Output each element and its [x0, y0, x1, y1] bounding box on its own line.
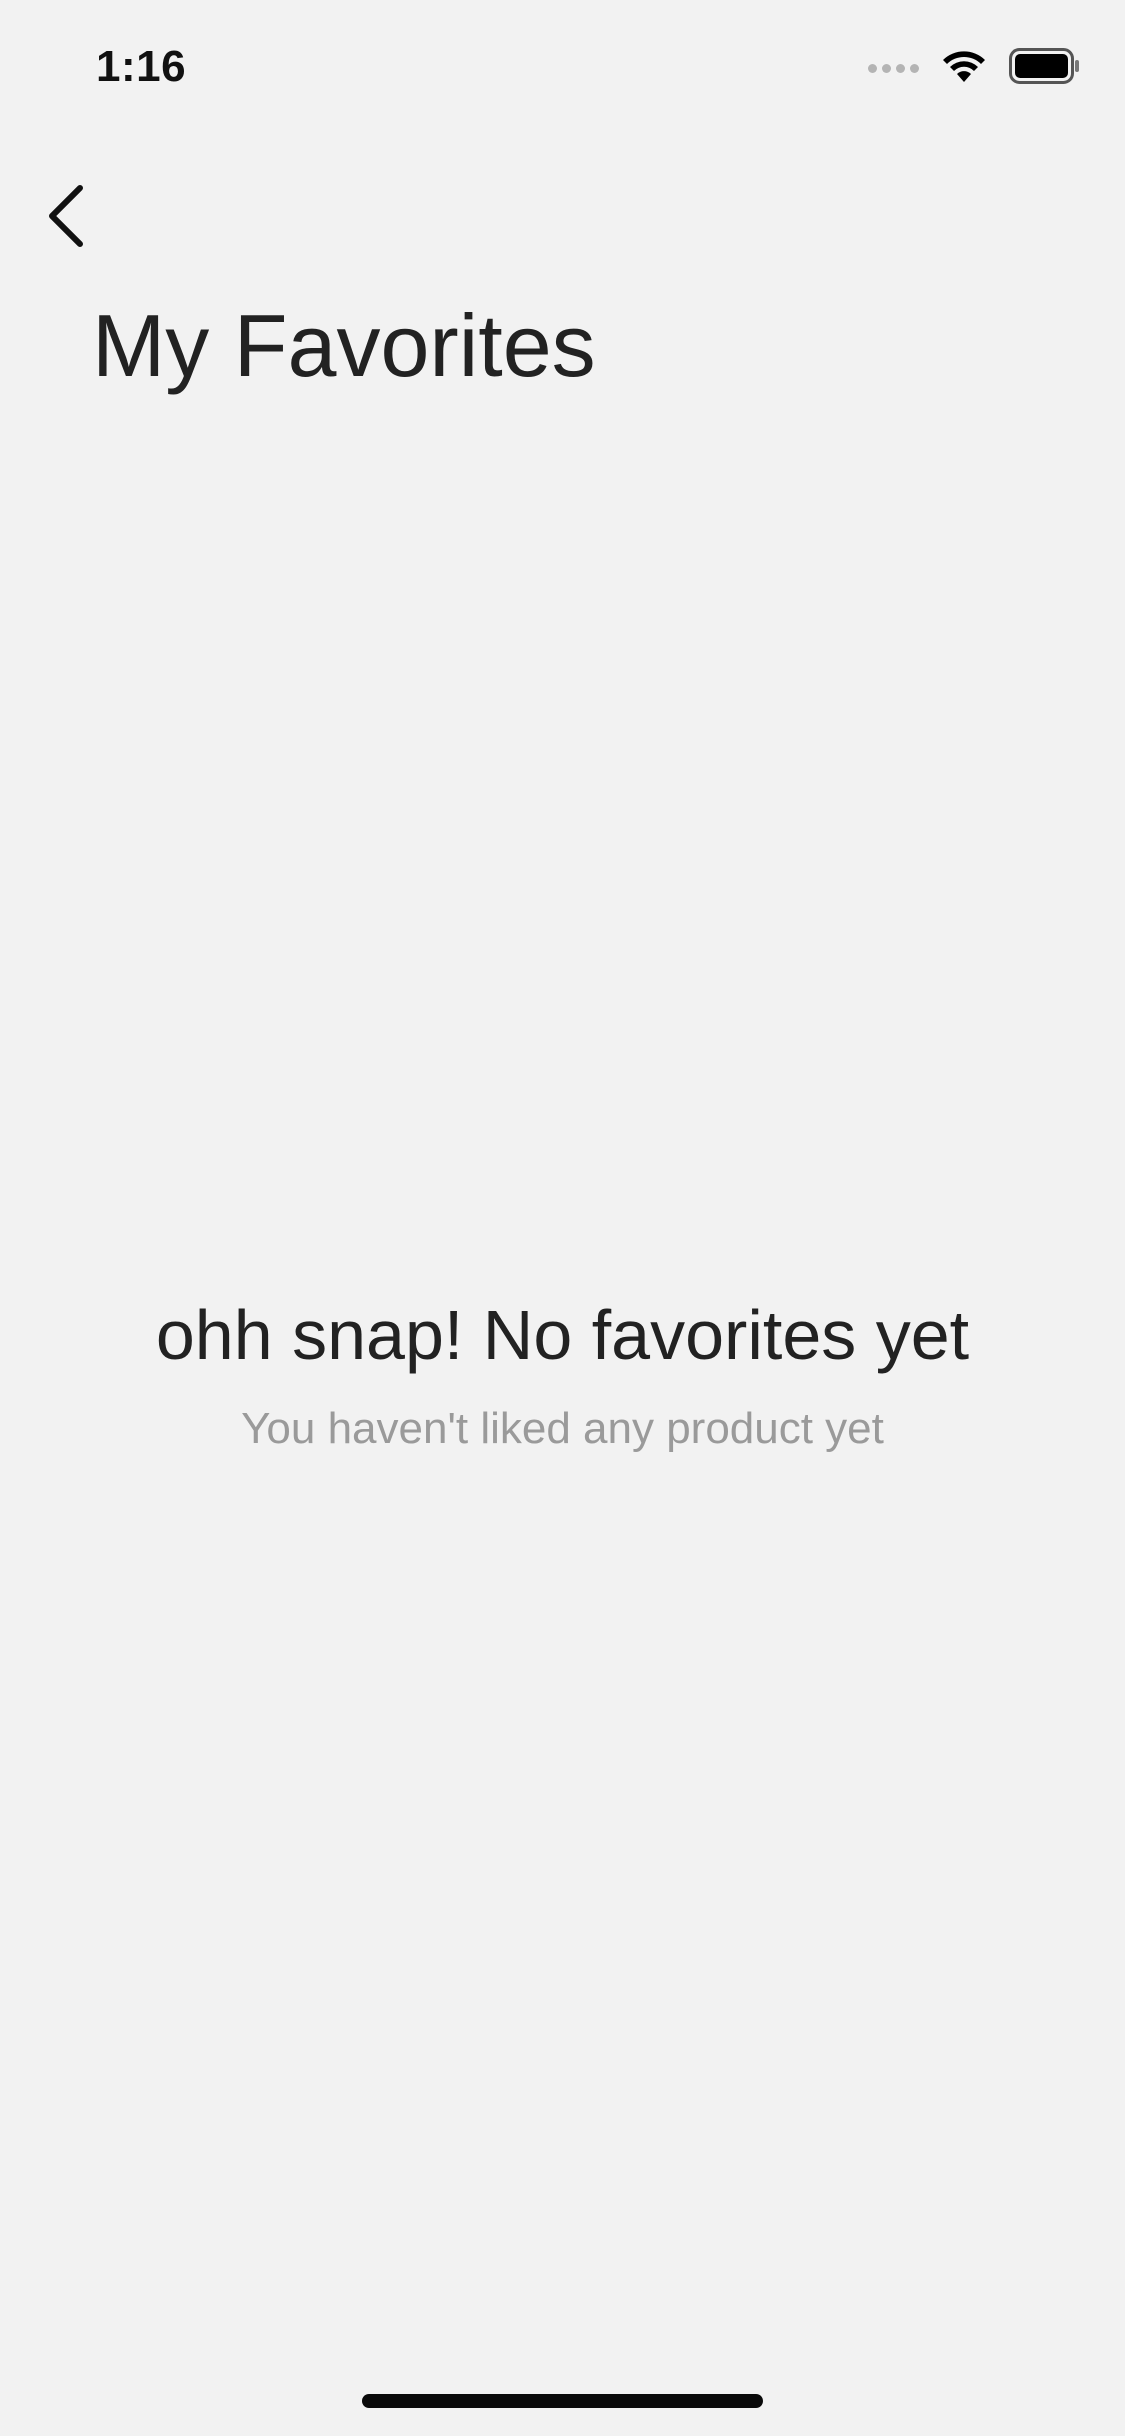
home-indicator[interactable] [362, 2394, 763, 2408]
chevron-left-icon [49, 185, 83, 247]
empty-state-title: ohh snap! No favorites yet [155, 1296, 970, 1374]
cellular-signal-icon [868, 63, 919, 73]
status-time: 1:16 [96, 42, 187, 91]
wifi-icon [941, 49, 987, 88]
back-button[interactable] [30, 170, 102, 262]
battery-icon [1009, 47, 1081, 89]
empty-state-subtitle: You haven't liked any product yet [241, 1404, 884, 1453]
empty-state: ohh snap! No favorites yet You haven't l… [120, 1290, 1005, 1457]
status-indicators [868, 47, 1081, 89]
page-title: My Favorites [92, 296, 596, 395]
favorites-screen: 1:16 My Favorites ohh snap! No favorites… [0, 0, 1125, 2436]
status-bar: 1:16 [0, 0, 1125, 132]
